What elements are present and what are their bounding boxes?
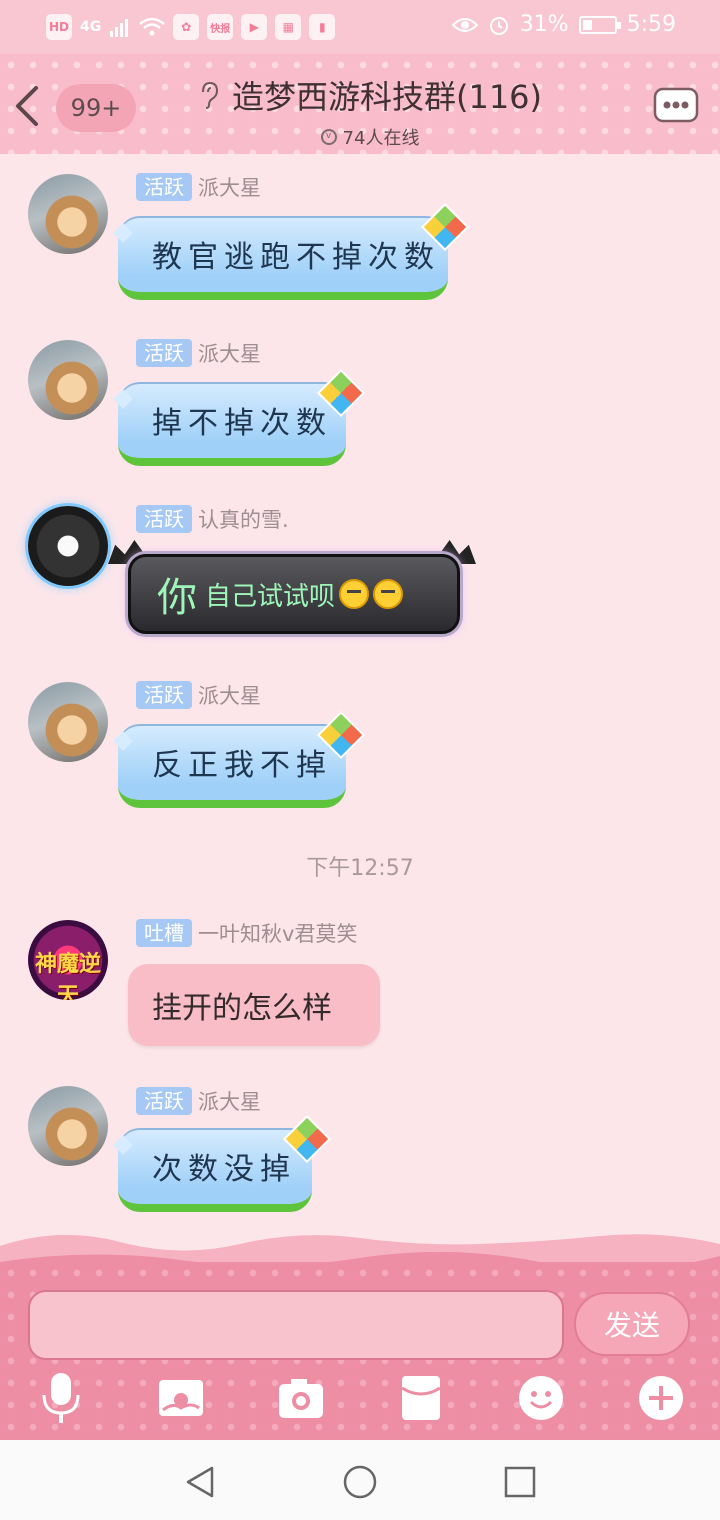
avatar[interactable]: 神魔逆天 bbox=[28, 920, 108, 1000]
alarm-icon bbox=[489, 16, 508, 35]
online-count-text: 74人在线 bbox=[342, 128, 420, 149]
sender-name[interactable]: 派大星 bbox=[198, 172, 261, 202]
calendar-app-icon: ▦ bbox=[275, 14, 302, 40]
sender-name[interactable]: 派大星 bbox=[198, 338, 261, 368]
sender-meta: 活跃 派大星 bbox=[136, 172, 261, 202]
plus-icon[interactable] bbox=[636, 1370, 686, 1426]
avatar[interactable] bbox=[28, 506, 108, 586]
network-indicator: 4G bbox=[80, 19, 102, 35]
online-count[interactable]: v 74人在线 bbox=[180, 124, 560, 150]
earpiece-mode-icon bbox=[201, 81, 218, 109]
sender-meta: 活跃 派大星 bbox=[136, 338, 261, 368]
books-app-icon: ▮ bbox=[309, 14, 336, 40]
sender-name[interactable]: 认真的雪. bbox=[198, 504, 289, 534]
red-packet-icon[interactable] bbox=[396, 1370, 446, 1426]
sender-name[interactable]: 一叶知秋v君莫笑 bbox=[198, 918, 357, 948]
group-title[interactable]: 造梦西游科技群(116) bbox=[198, 72, 542, 118]
sender-name[interactable]: 派大星 bbox=[198, 680, 261, 710]
sender-meta: 活跃 派大星 bbox=[136, 680, 261, 710]
message-bubble[interactable]: 教官逃跑不掉次数 bbox=[118, 216, 448, 300]
smirk-emoji-icon bbox=[373, 579, 404, 609]
back-arrow-icon[interactable] bbox=[10, 82, 44, 130]
status-left: HD 4G ✿ 快报 ▶ ▦ ▮ bbox=[46, 14, 336, 40]
unread-count-badge[interactable]: 99+ bbox=[56, 84, 136, 132]
chat-header: 99+ 造梦西游科技群(116) v 74人在线 bbox=[0, 54, 720, 154]
message-bubble[interactable]: 次数没掉 bbox=[118, 1128, 312, 1212]
avatar[interactable] bbox=[28, 682, 108, 762]
member-tag: 活跃 bbox=[136, 339, 192, 367]
chevron-down-icon: v bbox=[320, 129, 337, 145]
member-tag: 活跃 bbox=[136, 173, 192, 201]
clock: 5:59 bbox=[626, 12, 676, 37]
signal-icon bbox=[110, 19, 129, 37]
avatar[interactable] bbox=[28, 340, 108, 420]
sender-meta: 活跃 认真的雪. bbox=[136, 504, 289, 534]
avatar[interactable] bbox=[28, 1086, 108, 1166]
news-app-icon: 快报 bbox=[207, 14, 234, 40]
nav-home-icon[interactable] bbox=[340, 1462, 380, 1502]
composer-panel: 发送 bbox=[0, 1262, 720, 1440]
title-area: 造梦西游科技群(116) v 74人在线 bbox=[180, 72, 560, 150]
status-right: 31% 5:59 bbox=[451, 12, 676, 37]
picture-icon[interactable] bbox=[156, 1370, 206, 1426]
message-bubble[interactable]: 反正我不掉 bbox=[118, 724, 346, 808]
hd-indicator: HD bbox=[46, 14, 73, 40]
member-tag: 活跃 bbox=[136, 1087, 192, 1115]
huawei-app-icon: ✿ bbox=[173, 14, 200, 40]
member-tag: 活跃 bbox=[136, 681, 192, 709]
message-input[interactable] bbox=[28, 1290, 564, 1360]
system-nav-bar bbox=[0, 1440, 720, 1520]
sender-meta: 活跃 派大星 bbox=[136, 1086, 261, 1116]
camera-icon[interactable] bbox=[276, 1370, 326, 1426]
smirk-emoji-icon bbox=[339, 579, 370, 609]
sender-meta: 吐槽 一叶知秋v君莫笑 bbox=[136, 918, 357, 948]
time-divider: 下午12:57 bbox=[306, 856, 414, 881]
send-button[interactable]: 发送 bbox=[574, 1292, 690, 1356]
wifi-icon bbox=[139, 17, 166, 36]
message-bubble[interactable]: 挂开的怎么样 bbox=[128, 964, 380, 1046]
nav-recents-icon[interactable] bbox=[500, 1462, 540, 1502]
avatar[interactable] bbox=[28, 174, 108, 254]
status-bar: HD 4G ✿ 快报 ▶ ▦ ▮ 31% 5:59 bbox=[0, 0, 720, 54]
composer-toolbar bbox=[0, 1370, 720, 1430]
eye-icon bbox=[451, 17, 478, 32]
sender-name[interactable]: 派大星 bbox=[198, 1086, 261, 1116]
mic-icon[interactable] bbox=[36, 1370, 86, 1426]
emoji-icon[interactable] bbox=[516, 1370, 566, 1426]
message-text-large: 你 bbox=[157, 575, 197, 621]
battery-level bbox=[582, 19, 592, 30]
message-bubble[interactable]: 你 自己试试呗 bbox=[128, 554, 460, 634]
member-tag: 活跃 bbox=[136, 505, 192, 533]
video-app-icon: ▶ bbox=[241, 14, 268, 40]
nav-back-icon[interactable] bbox=[180, 1462, 220, 1502]
group-name: 造梦西游科技群(116) bbox=[231, 78, 543, 116]
battery-percent: 31% bbox=[519, 12, 569, 37]
message-text: 自己试试呗 bbox=[205, 581, 336, 612]
message-bubble[interactable]: 掉不掉次数 bbox=[118, 382, 346, 466]
battery-icon bbox=[578, 15, 621, 34]
member-tag: 吐槽 bbox=[136, 919, 192, 947]
group-menu-icon[interactable] bbox=[652, 84, 700, 126]
avatar-logo-text: 神魔逆天 bbox=[34, 952, 101, 1000]
